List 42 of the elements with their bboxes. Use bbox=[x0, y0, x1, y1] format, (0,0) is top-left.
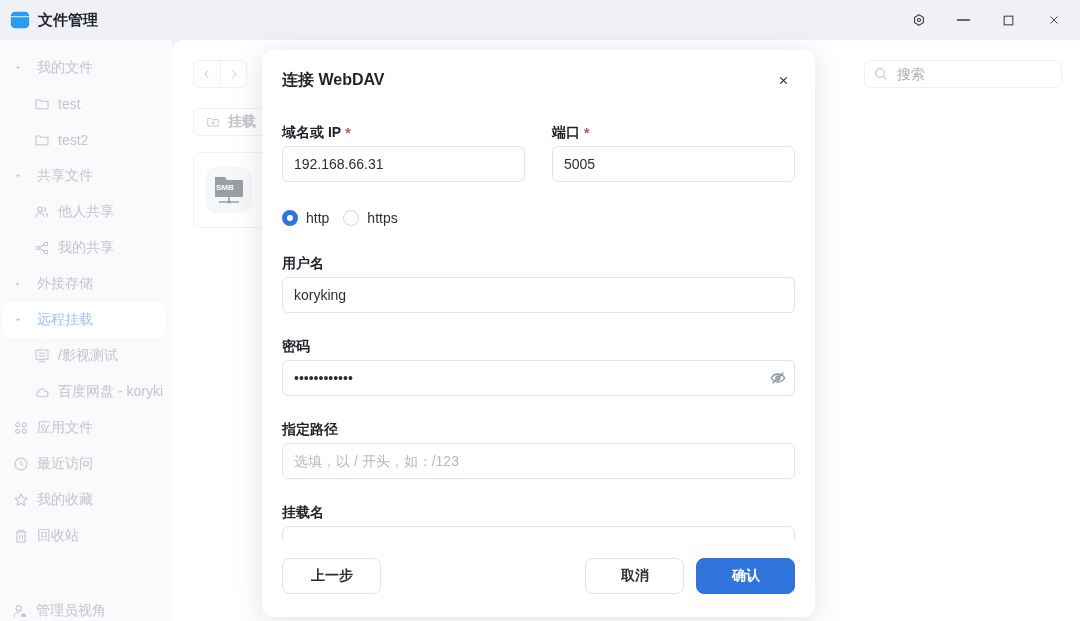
path-field[interactable]: 选填，以 / 开头，如：/123 bbox=[282, 443, 795, 479]
monitor-icon bbox=[34, 348, 50, 364]
search-field[interactable]: 搜索 bbox=[864, 60, 1062, 88]
host-field[interactable]: 192.168.66.31 bbox=[282, 146, 525, 182]
app-icon bbox=[10, 10, 30, 30]
field-label: 用户名 bbox=[282, 255, 324, 273]
back-step-button[interactable]: 上一步 bbox=[282, 558, 381, 594]
close-icon bbox=[777, 74, 789, 86]
window-title: 文件管理 bbox=[38, 10, 98, 30]
field-label: 密码 bbox=[282, 338, 310, 356]
folder-icon bbox=[34, 132, 50, 148]
eye-slash-icon bbox=[770, 370, 786, 386]
cancel-button[interactable]: 取消 bbox=[585, 558, 684, 594]
trash-icon bbox=[13, 528, 29, 544]
minimize-icon bbox=[957, 19, 970, 21]
port-field[interactable]: 5005 bbox=[552, 146, 795, 182]
field-label: 端口 bbox=[552, 124, 580, 142]
close-icon bbox=[1047, 14, 1060, 26]
settings-icon bbox=[911, 13, 926, 27]
clock-icon bbox=[13, 456, 29, 472]
maximize-icon bbox=[1002, 13, 1015, 27]
apps-icon bbox=[13, 420, 29, 436]
password-field[interactable]: •••••••••••• bbox=[282, 360, 795, 396]
field-label: 指定路径 bbox=[282, 421, 338, 439]
star-icon bbox=[13, 492, 29, 508]
username-field[interactable]: koryking bbox=[282, 277, 795, 313]
sidebar-item[interactable]: 远程挂载 bbox=[3, 302, 165, 338]
field-label: 挂载名 bbox=[282, 504, 324, 522]
dialog-title: 连接 WebDAV bbox=[282, 69, 385, 90]
user-lock-icon bbox=[12, 603, 28, 619]
confirm-button[interactable]: 确认 bbox=[696, 558, 795, 594]
share-icon bbox=[34, 240, 50, 256]
field-label: 域名或 IP bbox=[282, 124, 342, 142]
radio-button[interactable] bbox=[282, 210, 298, 226]
search-icon bbox=[873, 66, 889, 82]
required-mark: * bbox=[345, 125, 351, 141]
folder-badge-text: SMB bbox=[216, 183, 234, 192]
folder-plus-icon bbox=[206, 115, 220, 129]
folder-icon bbox=[34, 96, 50, 112]
users-icon bbox=[34, 204, 50, 220]
required-mark: * bbox=[584, 125, 590, 141]
radio-option[interactable]: https bbox=[343, 210, 398, 226]
